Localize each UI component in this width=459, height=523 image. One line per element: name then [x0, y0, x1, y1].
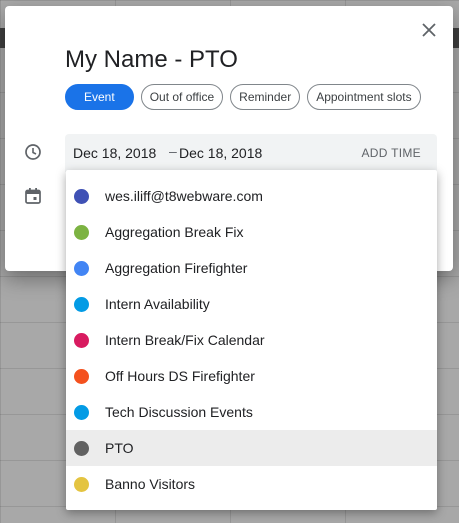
calendar-option-label: Off Hours DS Firefighter: [105, 368, 255, 384]
calendar-option-label: Tech Discussion Events: [105, 404, 253, 420]
calendar-color-dot: [74, 404, 89, 420]
chip-out-of-office[interactable]: Out of office: [140, 84, 224, 110]
calendar-option-label: Intern Break/Fix Calendar: [105, 332, 265, 348]
calendar-option[interactable]: Aggregation Firefighter: [66, 250, 437, 286]
calendar-color-dot: [74, 440, 89, 456]
calendar-option-label: PTO: [105, 440, 134, 456]
calendar-option[interactable]: Intern Break/Fix Calendar: [66, 322, 437, 358]
calendar-option-label: Aggregation Break Fix: [105, 224, 244, 240]
calendar-dropdown: wes.iliff@t8webware.com Aggregation Brea…: [66, 170, 437, 510]
calendar-option-label: Aggregation Firefighter: [105, 260, 248, 276]
end-date[interactable]: Dec 18, 2018: [179, 145, 262, 161]
calendar-color-dot: [74, 188, 89, 204]
calendar-color-dot: [74, 368, 89, 384]
date-row: Dec 18, 2018 – Dec 18, 2018 ADD TIME: [65, 134, 437, 172]
calendar-option[interactable]: Tech Discussion Events: [66, 394, 437, 430]
calendar-option-label: wes.iliff@t8webware.com: [105, 188, 263, 204]
calendar-option[interactable]: Banno Visitors: [66, 466, 437, 502]
calendar-option-label: Banno Visitors: [105, 476, 196, 492]
chip-reminder[interactable]: Reminder: [230, 84, 301, 110]
calendar-option[interactable]: Off Hours DS Firefighter: [66, 358, 437, 394]
calendar-color-dot: [74, 332, 89, 348]
calendar-option[interactable]: Intern Availability: [66, 286, 437, 322]
clock-icon: [23, 142, 43, 162]
calendar-color-dot: [74, 260, 89, 276]
close-button[interactable]: [419, 20, 439, 40]
calendar-color-dot: [74, 476, 89, 492]
calendar-color-dot: [74, 296, 89, 312]
calendar-icon: [23, 186, 43, 206]
chip-appointment-slots[interactable]: Appointment slots: [307, 84, 421, 110]
start-date[interactable]: Dec 18, 2018: [73, 145, 156, 161]
calendar-option-label: Intern Availability: [105, 296, 210, 312]
calendar-option-pto[interactable]: PTO: [66, 430, 437, 466]
calendar-option[interactable]: wes.iliff@t8webware.com: [66, 178, 437, 214]
close-icon: [422, 23, 436, 37]
calendar-option[interactable]: Aggregation Break Fix: [66, 214, 437, 250]
event-type-chips: Event Out of office Reminder Appointment…: [65, 84, 421, 110]
calendar-color-dot: [74, 224, 89, 240]
chip-event[interactable]: Event: [65, 84, 134, 110]
add-time-button[interactable]: ADD TIME: [361, 146, 421, 160]
date-separator: –: [169, 143, 177, 159]
event-title[interactable]: My Name - PTO: [65, 46, 238, 74]
